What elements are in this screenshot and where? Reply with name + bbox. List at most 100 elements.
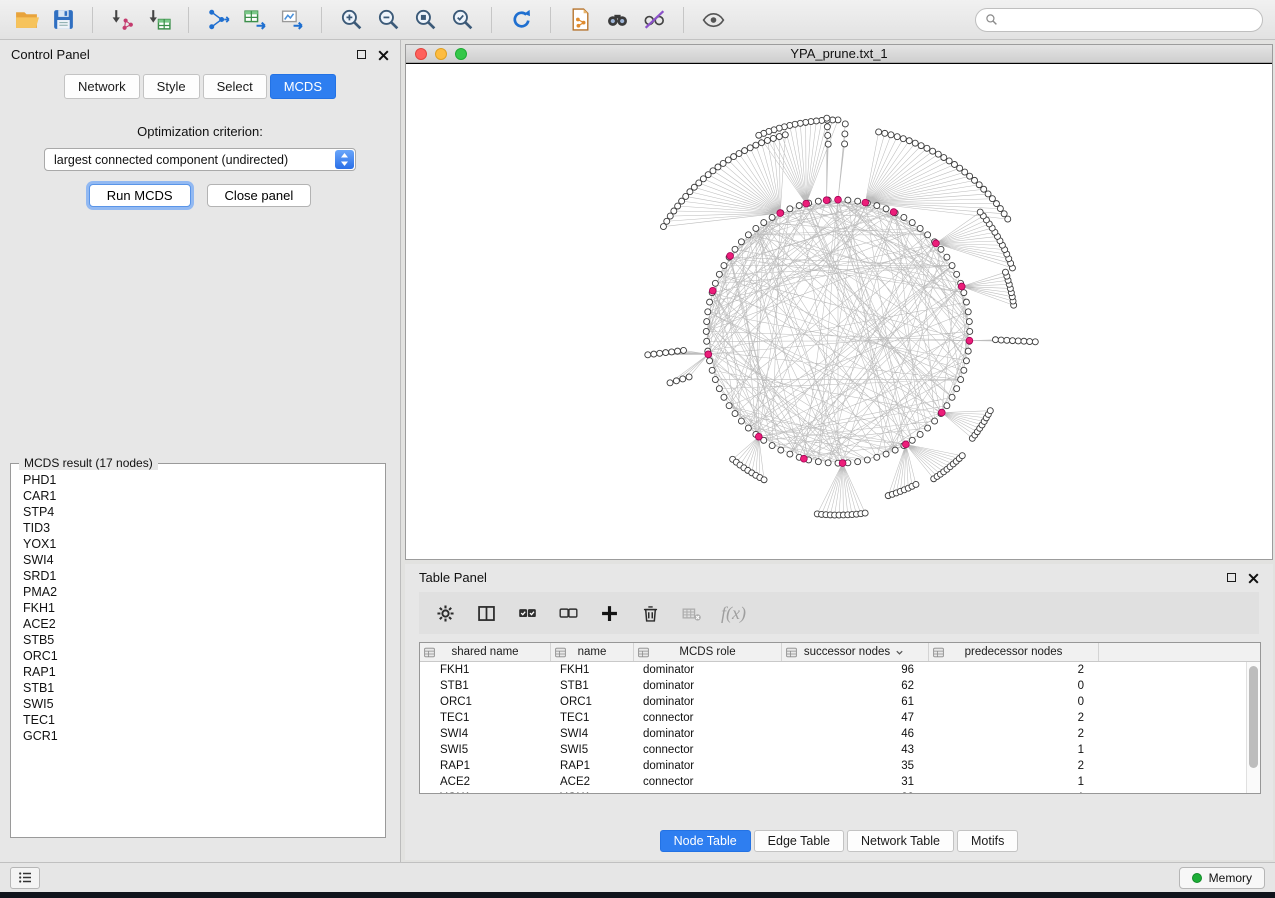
select-all-icon[interactable]	[516, 602, 538, 624]
unselect-all-icon[interactable]	[557, 602, 579, 624]
mcds-result-item[interactable]: PHD1	[23, 472, 385, 488]
mcds-result-item[interactable]: YOX1	[23, 536, 385, 552]
column-options-icon[interactable]	[423, 646, 436, 659]
close-panel-icon[interactable]	[378, 49, 389, 60]
zoom-selected-icon[interactable]	[448, 6, 476, 34]
add-column-icon[interactable]	[598, 602, 620, 624]
sort-indicator-icon[interactable]	[893, 646, 906, 659]
column-header-MCDS-role[interactable]: MCDS role	[634, 643, 782, 661]
mcds-result-item[interactable]: ACE2	[23, 616, 385, 632]
zoom-in-icon[interactable]	[337, 6, 365, 34]
mcds-result-item[interactable]: TEC1	[23, 712, 385, 728]
mcds-result-item[interactable]: TID3	[23, 520, 385, 536]
column-options-icon[interactable]	[932, 646, 945, 659]
hide-graphics-details-icon[interactable]	[640, 6, 668, 34]
network-canvas[interactable]	[406, 63, 1272, 559]
refresh-view-icon[interactable]	[507, 6, 535, 34]
column-label: shared name	[451, 646, 518, 658]
mcds-result-item[interactable]: SWI4	[23, 552, 385, 568]
table-row[interactable]: FKH1FKH1dominator962	[420, 662, 1246, 678]
import-network-from-file-icon[interactable]	[108, 6, 136, 34]
search-box[interactable]	[975, 8, 1263, 32]
cell-mcds-role: dominator	[634, 678, 782, 694]
table-row[interactable]: ORC1ORC1dominator610	[420, 694, 1246, 710]
open-file-icon[interactable]	[12, 6, 40, 34]
column-options-icon[interactable]	[637, 646, 650, 659]
delete-column-icon[interactable]	[639, 602, 661, 624]
table-row[interactable]: SWI4SWI4dominator462	[420, 726, 1246, 742]
tab-motifs[interactable]: Motifs	[957, 830, 1018, 852]
mcds-result-list[interactable]: PHD1CAR1STP4TID3YOX1SWI4SRD1PMA2FKH1ACE2…	[11, 464, 385, 837]
cell-mcds-role: connector	[634, 774, 782, 790]
cell-successor-nodes: 61	[782, 694, 929, 710]
tab-select[interactable]: Select	[203, 74, 267, 99]
tab-style[interactable]: Style	[143, 74, 200, 99]
mcds-result-item[interactable]: STB5	[23, 632, 385, 648]
mcds-result-item[interactable]: FKH1	[23, 600, 385, 616]
mcds-result-item[interactable]: STP4	[23, 504, 385, 520]
panel-menu-button[interactable]	[10, 867, 40, 889]
column-header-shared-name[interactable]: shared name	[420, 643, 551, 661]
optimization-criterion-select[interactable]: largest connected component (undirected)	[44, 148, 356, 171]
tab-node-table[interactable]: Node Table	[660, 830, 751, 852]
table-row[interactable]: RAP1RAP1dominator352	[420, 758, 1246, 774]
memory-button[interactable]: Memory	[1179, 867, 1265, 889]
zoom-fit-content-icon[interactable]	[411, 6, 439, 34]
cell-name: ORC1	[551, 694, 634, 710]
cell-shared-name: SWI4	[420, 726, 551, 742]
find-icon[interactable]	[603, 6, 631, 34]
cell-name: SWI4	[551, 726, 634, 742]
network-graph[interactable]	[406, 64, 1272, 559]
table-row[interactable]: STB1STB1dominator620	[420, 678, 1246, 694]
tab-edge-table[interactable]: Edge Table	[754, 830, 844, 852]
mcds-result-item[interactable]: CAR1	[23, 488, 385, 504]
save-session-icon[interactable]	[49, 6, 77, 34]
export-image-icon[interactable]	[278, 6, 306, 34]
settings-gear-icon[interactable]	[434, 602, 456, 624]
window-close-icon[interactable]	[415, 48, 427, 60]
cell-successor-nodes: 46	[782, 726, 929, 742]
column-options-icon[interactable]	[785, 646, 798, 659]
column-header-filler	[1099, 643, 1260, 661]
export-table-icon[interactable]	[241, 6, 269, 34]
window-zoom-icon[interactable]	[455, 48, 467, 60]
window-minimize-icon[interactable]	[435, 48, 447, 60]
show-graphics-details-icon[interactable]	[699, 6, 727, 34]
hide-columns-icon[interactable]	[680, 602, 702, 624]
column-header-predecessor-nodes[interactable]: predecessor nodes	[929, 643, 1099, 661]
cell-predecessor-nodes: 2	[929, 758, 1099, 774]
import-table-from-file-icon[interactable]	[145, 6, 173, 34]
tab-network[interactable]: Network	[64, 74, 140, 99]
table-row[interactable]: YOX1YOX1connector291	[420, 790, 1246, 793]
search-input[interactable]	[1004, 13, 1253, 27]
run-mcds-button[interactable]: Run MCDS	[89, 184, 191, 207]
mcds-result-item[interactable]: STB1	[23, 680, 385, 696]
mcds-result-item[interactable]: SRD1	[23, 568, 385, 584]
tab-mcds[interactable]: MCDS	[270, 74, 336, 99]
zoom-out-icon[interactable]	[374, 6, 402, 34]
column-options-icon[interactable]	[554, 646, 567, 659]
mcds-result-item[interactable]: ORC1	[23, 648, 385, 664]
network-window-titlebar[interactable]: YPA_prune.txt_1	[406, 45, 1272, 63]
table-scrollbar[interactable]	[1246, 662, 1260, 793]
float-table-panel-icon[interactable]	[1227, 573, 1236, 582]
close-panel-button[interactable]: Close panel	[207, 184, 312, 207]
table-row[interactable]: SWI5SWI5connector431	[420, 742, 1246, 758]
table-row[interactable]: TEC1TEC1connector472	[420, 710, 1246, 726]
mcds-result-item[interactable]: GCR1	[23, 728, 385, 744]
scrollbar-thumb[interactable]	[1249, 666, 1258, 768]
network-file-icon[interactable]	[566, 6, 594, 34]
table-row[interactable]: ACE2ACE2connector311	[420, 774, 1246, 790]
mcds-result-item[interactable]: RAP1	[23, 664, 385, 680]
mcds-result-item[interactable]: SWI5	[23, 696, 385, 712]
cell-successor-nodes: 29	[782, 790, 929, 793]
split-panel-icon[interactable]	[475, 602, 497, 624]
tab-network-table[interactable]: Network Table	[847, 830, 954, 852]
column-header-successor-nodes[interactable]: successor nodes	[782, 643, 929, 661]
close-table-panel-icon[interactable]	[1248, 572, 1259, 583]
float-panel-icon[interactable]	[357, 50, 366, 59]
function-builder-button[interactable]: f(x)	[721, 603, 746, 624]
export-network-icon[interactable]	[204, 6, 232, 34]
mcds-result-item[interactable]: PMA2	[23, 584, 385, 600]
column-header-name[interactable]: name	[551, 643, 634, 661]
